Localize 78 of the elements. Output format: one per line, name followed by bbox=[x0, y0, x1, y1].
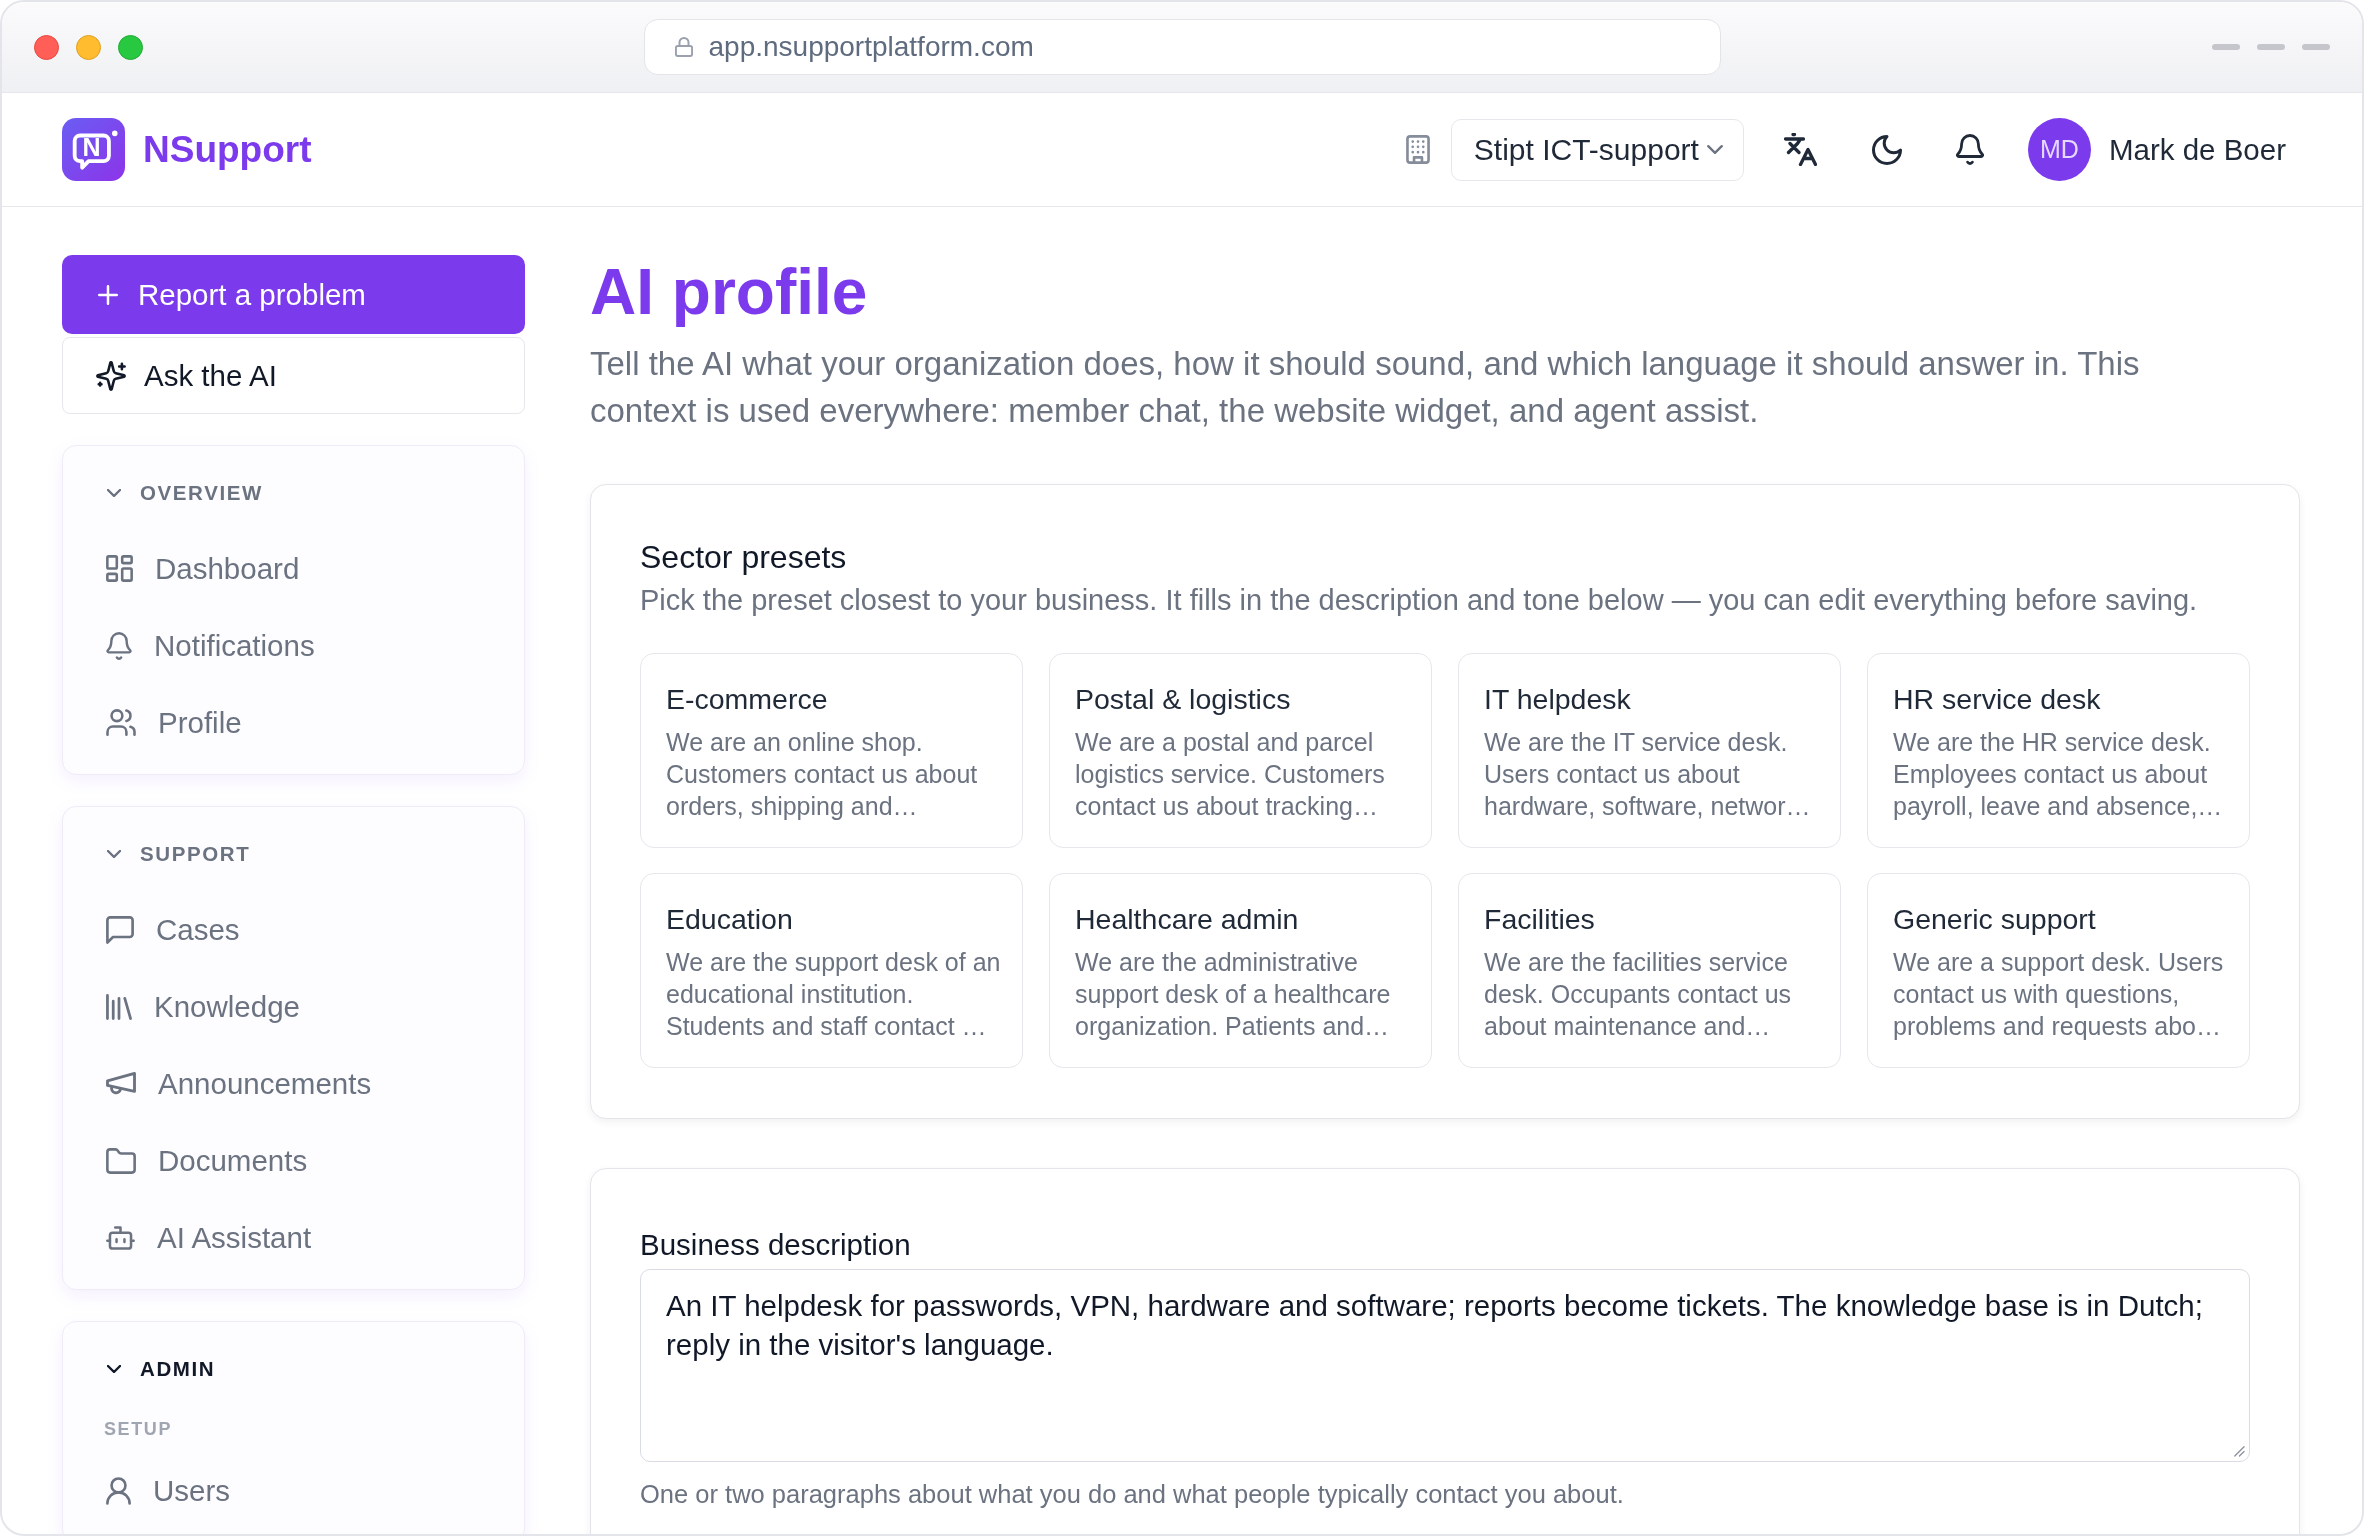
bell-icon bbox=[106, 631, 132, 660]
user-name[interactable]: Mark de Boer bbox=[2108, 132, 2286, 167]
user-icon bbox=[106, 1476, 131, 1505]
preset-description: We are the support desk of an educational institution. Students and staff contact … bbox=[666, 947, 1002, 1042]
preset-description: We are the IT service desk. Users contact us about hardware, software, networ… bbox=[1484, 727, 1812, 822]
user-avatar[interactable]: MD bbox=[2027, 118, 2091, 181]
preset-title: Facilities bbox=[1484, 902, 1596, 937]
preset-title: Education bbox=[666, 902, 794, 937]
preset-title: HR service desk bbox=[1893, 682, 2102, 717]
section-toggle[interactable]: SUPPORT bbox=[63, 838, 251, 870]
chevron-down-icon bbox=[107, 1365, 121, 1373]
preset-title: E-commerce bbox=[666, 682, 829, 717]
report-problem-button[interactable]: Report a problem bbox=[62, 255, 525, 334]
resize-grip-icon[interactable] bbox=[2232, 1444, 2245, 1457]
address-bar[interactable]: app.nsupportplatform.com bbox=[643, 19, 1721, 75]
zoom-dot-icon[interactable] bbox=[118, 34, 143, 60]
close-dot-icon[interactable] bbox=[34, 34, 59, 60]
preset-card[interactable]: Generic support We are a support desk. Users contact us with questions, problems and requests abo… bbox=[1867, 873, 2250, 1068]
nav-link[interactable]: Knowledge bbox=[63, 968, 524, 1045]
section-description: Pick the preset closest to your business. It fills in the description and tone below — you can edit everything before saving. bbox=[640, 583, 2199, 618]
sparkles-icon bbox=[96, 360, 126, 391]
nav-link[interactable]: AI Assistant bbox=[63, 1199, 524, 1276]
section-toggle[interactable]: ADMIN bbox=[63, 1353, 216, 1385]
building-icon bbox=[1405, 135, 1430, 164]
nav-link[interactable]: Documents bbox=[63, 1122, 524, 1199]
plus-icon bbox=[98, 284, 118, 305]
preset-card[interactable]: HR service desk We are the HR service desk. Employees contact us about payroll, leave and absence,… bbox=[1867, 653, 2250, 848]
ask-ai-button[interactable]: Ask the AI bbox=[62, 337, 525, 414]
lock-icon bbox=[674, 37, 693, 57]
preset-title: Postal & logistics bbox=[1075, 682, 1292, 717]
nav-link[interactable]: Cases bbox=[63, 891, 524, 968]
preset-description: We are the facilities service desk. Occupants contact us about maintenance and… bbox=[1484, 947, 1793, 1042]
preset-description: We are the administrative support desk of a healthcare organization. Patients and… bbox=[1075, 947, 1392, 1042]
section-title: Sector presets bbox=[640, 539, 848, 575]
page-title: AI profile bbox=[590, 255, 869, 330]
app-logo[interactable]: N bbox=[62, 118, 125, 181]
nav-link[interactable]: Announcements bbox=[63, 1045, 524, 1122]
notification-bell-icon[interactable] bbox=[1955, 134, 1984, 165]
preset-description: We are a support desk. Users contact us with questions, problems and requests abo… bbox=[1893, 947, 2225, 1042]
folder-icon bbox=[106, 1147, 136, 1174]
description-field[interactable]: An IT helpdesk for passwords, VPN, hardware and software; reports become tickets. The knowledge base is in Dutch; reply in the visitor's language. bbox=[640, 1269, 2250, 1462]
nav-group-label: SETUP bbox=[103, 1417, 173, 1441]
nav-link[interactable]: Users bbox=[63, 1452, 524, 1529]
robot-icon bbox=[106, 1225, 135, 1250]
preset-description: We are a postal and parcel logistics service. Customers contact us about tracking… bbox=[1075, 727, 1386, 822]
field-hint: One or two paragraphs about what you do and what people typically contact you about. bbox=[640, 1479, 1625, 1510]
nav-link[interactable]: Notifications bbox=[63, 607, 524, 684]
moon-icon[interactable] bbox=[1871, 134, 1902, 165]
chevron-down-icon bbox=[1706, 145, 1723, 154]
preset-description: We are an online shop. Customers contact us about orders, shipping and… bbox=[666, 727, 979, 822]
brand-name[interactable]: NSupport bbox=[143, 128, 312, 171]
preset-description: We are the HR service desk. Employees contact us about payroll, leave and absence,… bbox=[1893, 727, 2224, 822]
preset-card[interactable]: Education We are the support desk of an educational institution. Students and staff contact … bbox=[640, 873, 1023, 1068]
megaphone-icon bbox=[106, 1071, 136, 1096]
books-icon bbox=[106, 993, 132, 1020]
minimize-dot-icon[interactable] bbox=[76, 34, 101, 60]
preset-title: Generic support bbox=[1893, 902, 2097, 937]
translate-icon[interactable] bbox=[1783, 133, 1817, 166]
section-toggle[interactable]: OVERVIEW bbox=[63, 477, 263, 509]
nav-link[interactable]: Profile bbox=[63, 684, 524, 761]
preset-card[interactable]: Healthcare admin We are the administrative support desk of a healthcare organization. Patients and… bbox=[1049, 873, 1432, 1068]
nav-link[interactable]: Dashboard bbox=[63, 530, 524, 607]
layout-grid-icon bbox=[106, 555, 133, 582]
chevron-down-icon bbox=[107, 850, 121, 858]
page-intro: Tell the AI what your organization does, how it should sound, and which language it should answer in. This context is used everywhere: member chat, the website widget, and agent assist. bbox=[590, 344, 2141, 431]
chat-bubble-icon bbox=[106, 915, 134, 944]
chevron-down-icon bbox=[107, 489, 121, 497]
users-icon bbox=[106, 709, 136, 736]
chat-bubble-icon bbox=[71, 130, 118, 171]
logo-letter: N bbox=[82, 135, 101, 160]
preset-title: Healthcare admin bbox=[1075, 902, 1300, 937]
organization-dropdown[interactable]: Stipt ICT-support bbox=[1450, 118, 1744, 181]
preset-card[interactable]: Postal & logistics We are a postal and parcel logistics service. Customers contact us about tracking… bbox=[1049, 653, 1432, 848]
preset-card[interactable]: E-commerce We are an online shop. Customers contact us about orders, shipping and… bbox=[640, 653, 1023, 848]
preset-card[interactable]: Facilities We are the facilities service desk. Occupants contact us about maintenance and… bbox=[1458, 873, 1841, 1068]
preset-card[interactable]: IT helpdesk We are the IT service desk. Users contact us about hardware, software, networ… bbox=[1458, 653, 1841, 848]
field-label: Business description bbox=[640, 1227, 912, 1263]
preset-title: IT helpdesk bbox=[1484, 682, 1632, 717]
